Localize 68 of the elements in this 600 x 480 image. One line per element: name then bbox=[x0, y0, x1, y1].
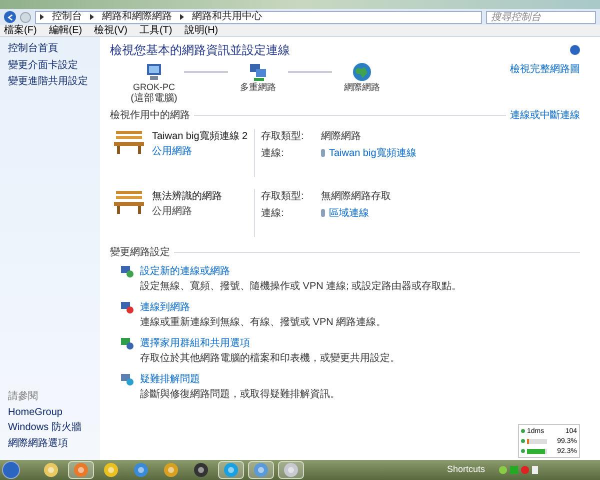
sidebar-link[interactable]: 網際網路選項 bbox=[8, 438, 92, 450]
network-icon bbox=[120, 336, 134, 350]
task-description: 連線或重新連線到無線、有線、撥號或 VPN 網路連線。 bbox=[140, 316, 386, 330]
task-link[interactable]: 選擇家用群組和共用選項 bbox=[140, 336, 400, 351]
network-icon bbox=[120, 300, 134, 314]
connect-disconnect-link[interactable]: 連線或中斷連線 bbox=[510, 108, 580, 123]
section-heading: 變更網路設定 bbox=[110, 246, 170, 260]
full-map-link[interactable]: 檢視完整網路圖 bbox=[510, 62, 580, 77]
bench-icon bbox=[112, 188, 146, 215]
connection-link[interactable]: Taiwan big寬頻連線 bbox=[329, 146, 416, 161]
network-category: 公用網路 bbox=[152, 204, 193, 219]
taskbar-button[interactable] bbox=[248, 461, 274, 479]
sidebar-link[interactable]: HomeGroup bbox=[8, 406, 92, 419]
section-heading: 檢視作用中的網路 bbox=[110, 108, 190, 123]
help-icon[interactable] bbox=[570, 45, 580, 55]
menu-item[interactable]: 編輯(E) bbox=[48, 26, 82, 36]
map-label: 多重網路 bbox=[240, 82, 276, 94]
map-label: GROK-PC bbox=[132, 82, 175, 92]
menu-item[interactable]: 檢視(V) bbox=[94, 26, 128, 36]
network-name: Taiwan big寬頻連線 2 bbox=[152, 130, 248, 144]
sidebar-link[interactable]: 控制台首頁 bbox=[8, 43, 92, 56]
breadcrumb-item[interactable]: 控制台 bbox=[52, 12, 82, 22]
connection-link[interactable]: 區域連線 bbox=[329, 206, 369, 221]
breadcrumb-item[interactable]: 網路和網際網路 bbox=[102, 12, 172, 22]
task-description: 存取位於其他網路電腦的檔案和印表機，或變更共用設定。 bbox=[140, 352, 400, 366]
address-field[interactable]: 控制台 網路和網際網路 網路和共用中心 bbox=[35, 10, 482, 24]
connection-plug-icon bbox=[321, 209, 325, 218]
taskbar-button[interactable] bbox=[278, 461, 304, 479]
sidebar-link[interactable]: 變更介面卡設定 bbox=[8, 60, 92, 72]
access-type-label: 存取類型: bbox=[261, 190, 305, 204]
connection-plug-icon bbox=[321, 149, 325, 158]
sidebar-link[interactable]: 變更進階共用設定 bbox=[8, 76, 92, 88]
see-also-heading: 請參閱 bbox=[8, 390, 39, 404]
map-label: 網際網路 bbox=[344, 82, 380, 94]
breadcrumb-arrow-icon bbox=[180, 14, 184, 20]
task-link[interactable]: 設定新的連線或網路 bbox=[140, 264, 462, 279]
task-link[interactable]: 連線到網路 bbox=[140, 300, 386, 315]
bench-icon bbox=[112, 128, 146, 155]
network-icon bbox=[120, 264, 134, 278]
access-type-value: 無網際網路存取 bbox=[321, 190, 391, 204]
connection-label: 連線: bbox=[261, 206, 285, 221]
access-type-label: 存取類型: bbox=[261, 130, 305, 144]
globe-icon bbox=[352, 62, 372, 82]
back-button[interactable] bbox=[4, 11, 16, 23]
taskbar-button[interactable] bbox=[218, 461, 244, 479]
access-type-value: 網際網路 bbox=[321, 130, 362, 144]
computer-icon bbox=[144, 62, 164, 82]
forward-button[interactable] bbox=[20, 12, 31, 22]
network-computers-icon bbox=[248, 62, 268, 82]
connection-label: 連線: bbox=[261, 146, 285, 161]
menu-item[interactable]: 說明(H) bbox=[184, 26, 218, 36]
sidebar-link[interactable]: Windows 防火牆 bbox=[8, 422, 92, 434]
menu-item[interactable]: 檔案(F) bbox=[4, 26, 37, 36]
shortcuts-toolbar-label[interactable]: Shortcuts bbox=[446, 463, 485, 477]
task-description: 診斷與修復網路問題，或取得疑難排解資訊。 bbox=[140, 388, 340, 402]
taskbar-button[interactable] bbox=[68, 461, 94, 479]
network-category[interactable]: 公用網路 bbox=[152, 144, 248, 159]
breadcrumb-arrow-icon bbox=[40, 14, 44, 20]
task-description: 設定無線、寬頻、撥號、隨機操作或 VPN 連線; 或設定路由器或存取點。 bbox=[140, 280, 462, 294]
page-title: 檢視您基本的網路資訊並設定連線 bbox=[110, 42, 290, 59]
start-button[interactable] bbox=[2, 461, 20, 479]
search-field[interactable]: 搜尋控制台 bbox=[486, 10, 596, 24]
map-sublabel: (這部電腦) bbox=[130, 93, 178, 106]
menu-item[interactable]: 工具(T) bbox=[139, 26, 172, 36]
breadcrumb-item[interactable]: 網路和共用中心 bbox=[192, 12, 262, 22]
breadcrumb-arrow-icon bbox=[90, 14, 94, 20]
task-link[interactable]: 疑難排解問題 bbox=[140, 372, 340, 387]
network-name: 無法辨識的網路 bbox=[152, 190, 222, 204]
